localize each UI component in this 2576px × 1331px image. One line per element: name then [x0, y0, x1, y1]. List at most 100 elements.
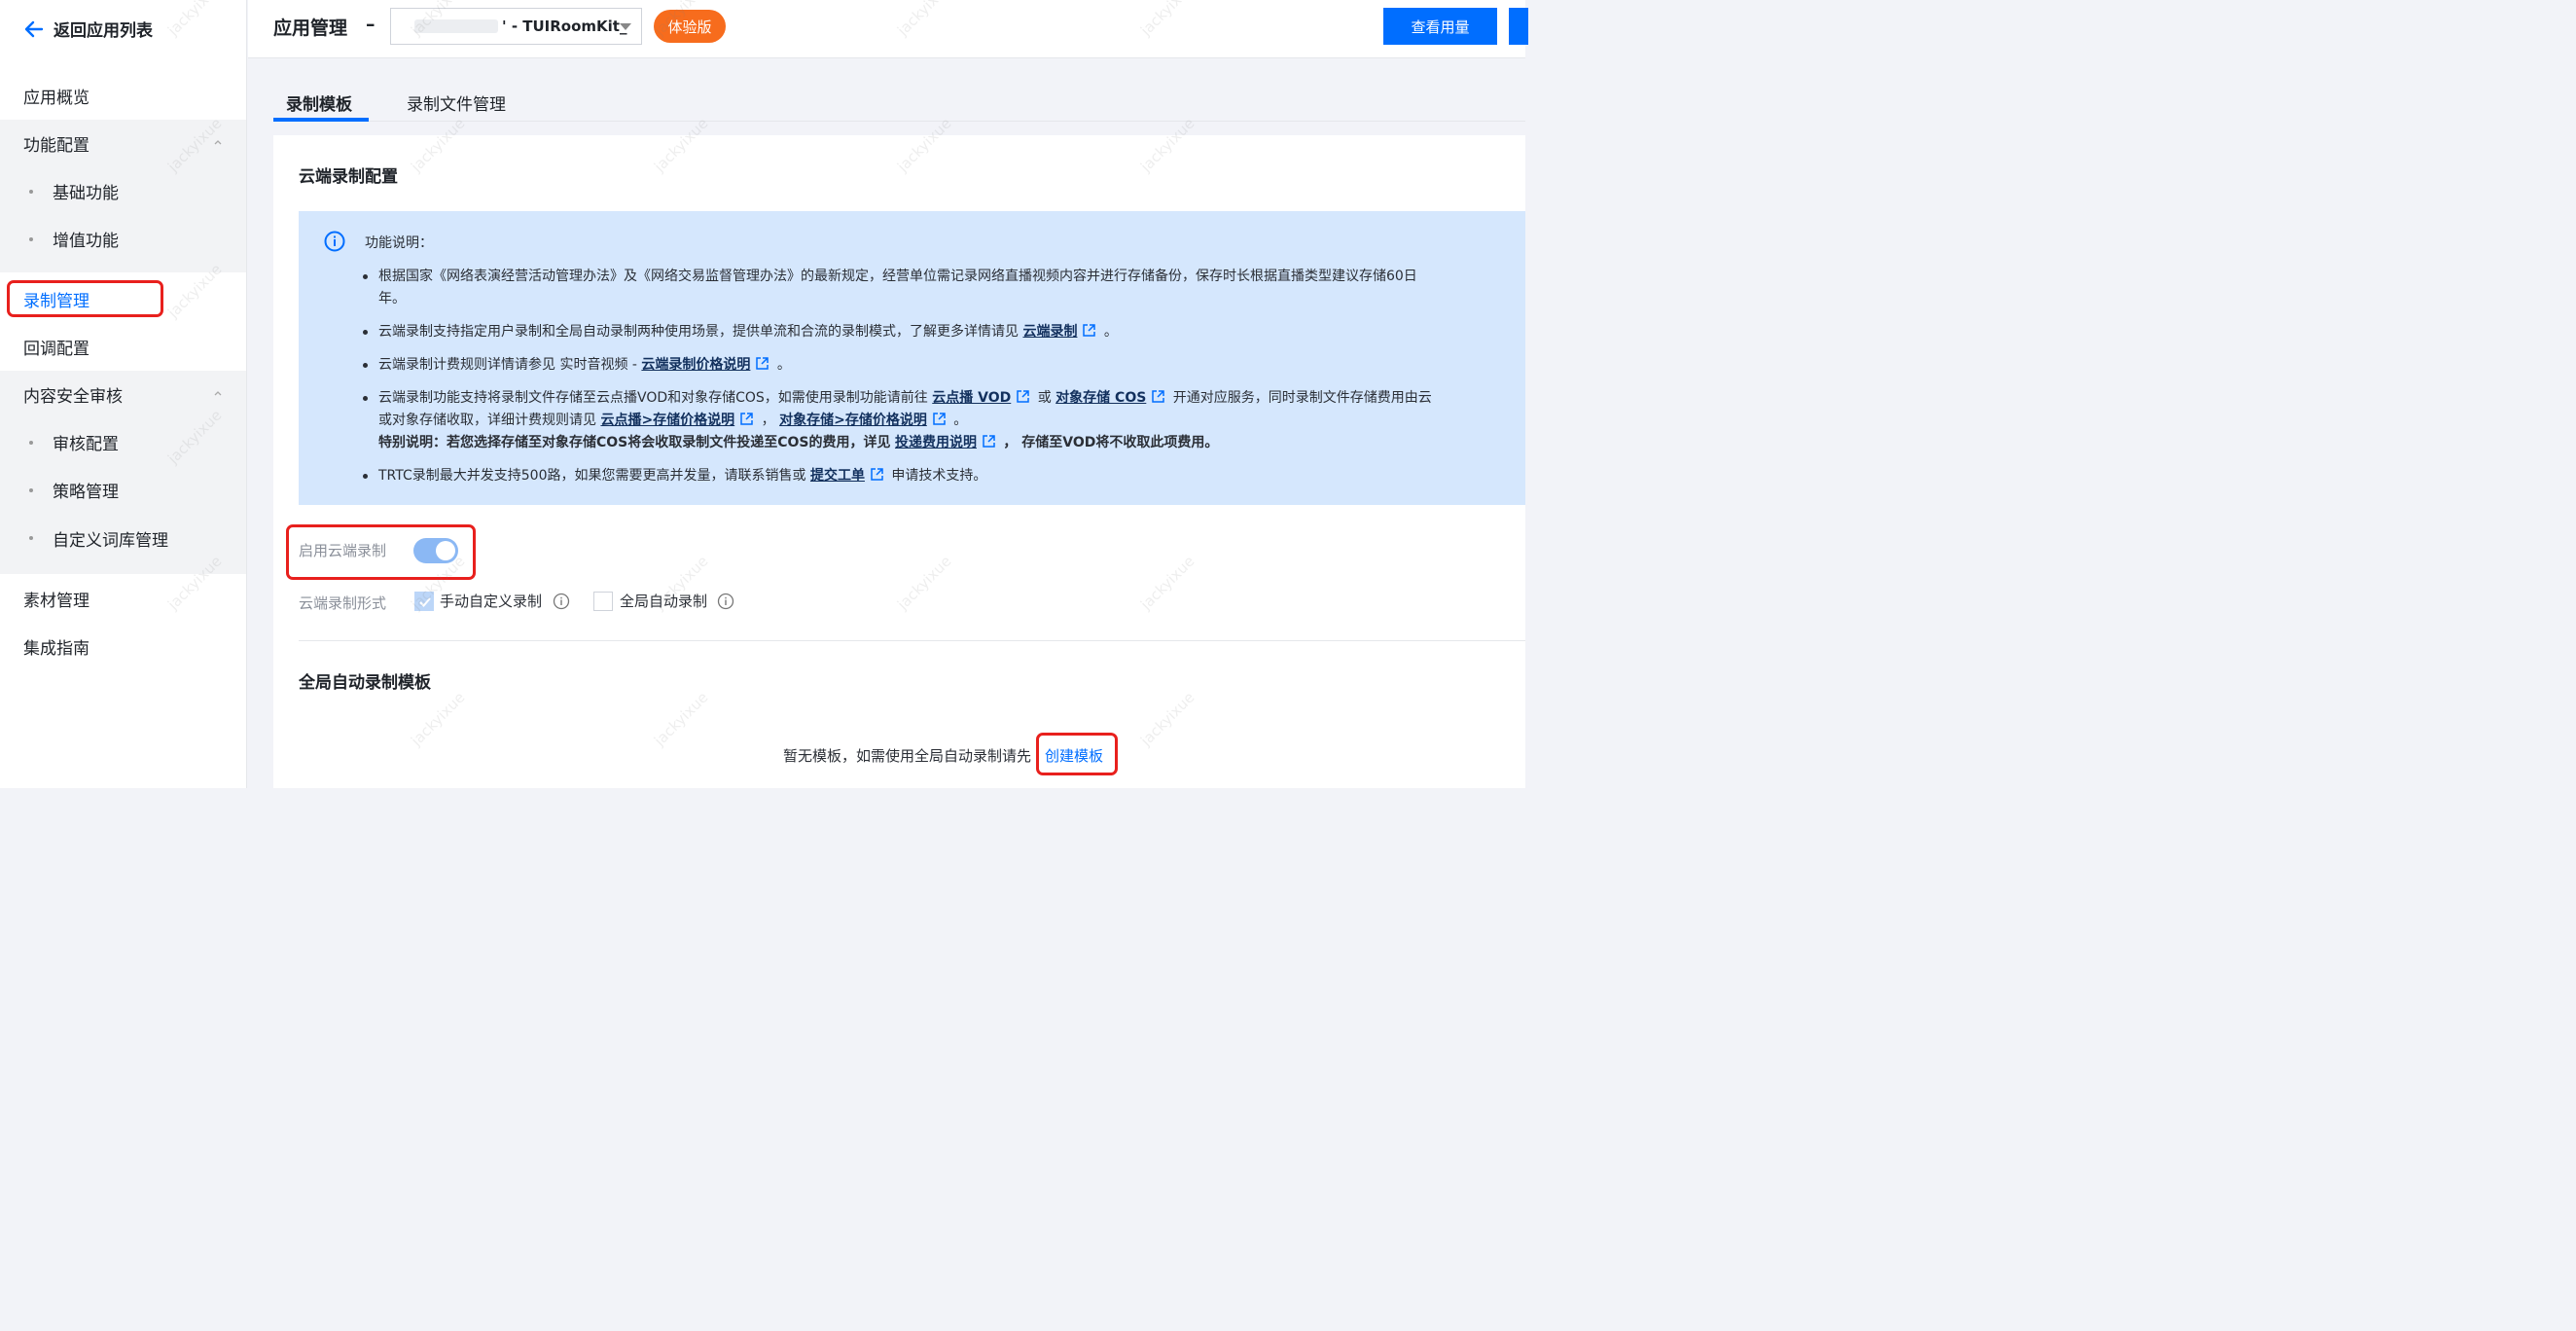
redacted-app-id — [414, 19, 498, 33]
auto-recording-checkbox[interactable] — [593, 592, 613, 611]
tab-recording-files[interactable]: 录制文件管理 — [407, 90, 506, 115]
empty-template-text: 暂无模板，如需使用全局自动录制请先 — [783, 747, 1032, 765]
sidebar-item-feature-config[interactable]: 功能配置 — [0, 120, 246, 167]
bullet-text: 或对象存储收取，详细计费规则请见 — [378, 413, 596, 428]
sidebar-item-value-added[interactable]: 增值功能 — [0, 215, 246, 263]
external-link-icon — [1017, 390, 1030, 403]
cos-pricing-link[interactable]: 对象存储>存储价格说明 — [779, 413, 927, 428]
special-note-end: ， 存储至VOD将不收取此项费用。 — [1003, 435, 1219, 450]
sidebar-item-guide[interactable]: 集成指南 — [0, 623, 246, 670]
sidebar-item-label: 内容安全审核 — [23, 387, 123, 407]
bullet-text: 根据国家《网络表演经营活动管理办法》及《网络交易监督管理办法》的最新规定，经营单… — [378, 269, 1417, 284]
bullet-dot — [29, 488, 33, 492]
cloud-recording-link[interactable]: 云端录制 — [1022, 324, 1077, 340]
external-link-icon — [1152, 390, 1165, 403]
external-link-icon — [756, 357, 769, 370]
bullet-text: 开通对应服务，同时录制文件存储费用由云 — [1172, 390, 1432, 406]
cos-link[interactable]: 对象存储 COS — [1055, 390, 1146, 406]
tab-recording-template[interactable]: 录制模板 — [286, 90, 352, 115]
bullet-text: 申请技术支持。 — [891, 468, 987, 484]
bullet-dot — [29, 190, 33, 194]
external-link-icon — [933, 413, 946, 425]
back-label: 返回应用列表 — [54, 21, 153, 41]
bullet-text: 云端录制功能支持将录制文件存储至云点播VOD和对象存储COS，如需使用录制功能请… — [378, 390, 928, 406]
active-tab-indicator — [273, 118, 369, 122]
external-link-icon — [1083, 324, 1096, 337]
info-heading: 功能说明： — [365, 235, 433, 251]
sidebar-item-label: 审核配置 — [53, 435, 119, 454]
bullet-dot — [29, 237, 33, 241]
delivery-fee-link[interactable]: 投递费用说明 — [895, 435, 977, 450]
special-note: 特别说明：若您选择存储至对象存储COS将会收取录制文件投递至COS的费用，详见 — [378, 435, 891, 450]
info-icon — [324, 231, 345, 252]
sidebar-item-label: 自定义词库管理 — [53, 530, 168, 551]
sidebar-item-label: 策略管理 — [53, 483, 119, 502]
sidebar-item-dictionary[interactable]: 自定义词库管理 — [0, 514, 246, 574]
page-title: 应用管理 — [273, 18, 348, 39]
view-usage-button[interactable]: 查看用量 — [1383, 8, 1497, 45]
highlight-box-create — [1036, 733, 1118, 775]
bullet-dot — [29, 536, 33, 540]
vod-link[interactable]: 云点播 VOD — [932, 390, 1011, 406]
app-select[interactable]: ' - TUIRoomKit_ — [390, 8, 642, 45]
app-name: ' - TUIRoomKit_ — [502, 18, 627, 35]
submit-ticket-link[interactable]: 提交工单 — [810, 468, 865, 484]
external-link-icon — [871, 468, 883, 481]
sidebar-item-content-audit[interactable]: 内容安全审核 — [0, 371, 246, 418]
chevron-up-icon — [214, 140, 222, 145]
sidebar-item-label: 基础功能 — [53, 184, 119, 203]
info-bullet: 云端录制计费规则详情请参见 实时音视频 - 云端录制价格说明 。 — [363, 354, 791, 377]
secondary-button-partial[interactable] — [1509, 8, 1528, 45]
sidebar-item-audit-config[interactable]: 审核配置 — [0, 418, 246, 466]
info-bullet: 云端录制功能支持将录制文件存储至云点播VOD和对象存储COS，如需使用录制功能请… — [363, 387, 1432, 454]
sidebar-item-callback[interactable]: 回调配置 — [0, 323, 246, 371]
info-bullet: TRTC录制最大并发支持500路，如果您需要更高并发量，请联系销售或 提交工单 … — [363, 465, 986, 487]
top-bar: 应用管理 – ' - TUIRoomKit_ 体验版 查看用量 — [248, 0, 1528, 58]
sidebar-group-spacer — [0, 263, 246, 272]
bullet-text: 云端录制支持指定用户录制和全局自动录制两种使用场景，提供单流和合流的录制模式，了… — [378, 324, 1019, 340]
sidebar-item-overview[interactable]: 应用概览 — [0, 72, 246, 120]
external-link-icon — [983, 435, 995, 448]
arrow-left-icon — [24, 20, 44, 37]
info-bullet: 根据国家《网络表演经营活动管理办法》及《网络交易监督管理办法》的最新规定，经营单… — [363, 266, 1417, 310]
sidebar-item-policy[interactable]: 策略管理 — [0, 466, 246, 514]
trial-badge: 体验版 — [654, 10, 726, 43]
info-circle-icon[interactable] — [717, 593, 734, 610]
highlight-box-recording — [7, 280, 163, 317]
tab-divider — [273, 121, 1525, 122]
sidebar-item-material[interactable]: 素材管理 — [0, 575, 246, 623]
info-panel: 功能说明： 根据国家《网络表演经营活动管理办法》及《网络交易监督管理办法》的最新… — [299, 211, 1525, 505]
info-bullet: 云端录制支持指定用户录制和全局自动录制两种使用场景，提供单流和合流的录制模式，了… — [363, 321, 1118, 343]
chevron-up-icon — [214, 391, 222, 396]
manual-recording-label: 手动自定义录制 — [440, 593, 543, 610]
card-title: 云端录制配置 — [299, 167, 398, 187]
vod-pricing-link[interactable]: 云点播>存储价格说明 — [600, 413, 734, 428]
bullet-text: 或 — [1037, 390, 1052, 406]
sidebar-item-label: 功能配置 — [23, 136, 89, 156]
cloud-recording-card: 云端录制配置 功能说明： 根据国家《网络表演经营活动管理办法》及《网络交易监督管… — [273, 135, 1525, 788]
bullet-text: 。 — [776, 357, 791, 373]
sidebar: 返回应用列表 应用概览 功能配置 基础功能 增值功能 录制管理 回调配置 内容安… — [0, 0, 247, 788]
bullet-text: 。 — [1103, 324, 1118, 340]
external-link-icon — [740, 413, 753, 425]
pricing-link[interactable]: 云端录制价格说明 — [641, 357, 750, 373]
bullet-text: ， — [761, 413, 775, 428]
bullet-text: 年。 — [378, 291, 406, 306]
bullet-text: 。 — [953, 413, 968, 428]
recording-mode-label: 云端录制形式 — [299, 594, 387, 612]
section-title: 全局自动录制模板 — [299, 673, 431, 693]
sidebar-item-label: 增值功能 — [53, 232, 119, 251]
manual-recording-checkbox[interactable] — [414, 592, 434, 611]
back-to-app-list-button[interactable]: 返回应用列表 — [23, 17, 153, 41]
caret-down-icon — [620, 23, 631, 30]
info-circle-icon[interactable] — [553, 593, 570, 610]
auto-recording-label: 全局自动录制 — [620, 593, 708, 610]
sidebar-item-basic[interactable]: 基础功能 — [0, 167, 246, 215]
highlight-box-toggle — [286, 524, 476, 580]
bullet-dot — [29, 441, 33, 445]
bullet-text: 云端录制计费规则详情请参见 实时音视频 - — [378, 357, 637, 373]
bullet-text: TRTC录制最大并发支持500路，如果您需要更高并发量，请联系销售或 — [378, 468, 806, 484]
check-icon — [419, 597, 431, 607]
section-divider — [299, 640, 1525, 641]
title-separator: – — [366, 14, 376, 35]
